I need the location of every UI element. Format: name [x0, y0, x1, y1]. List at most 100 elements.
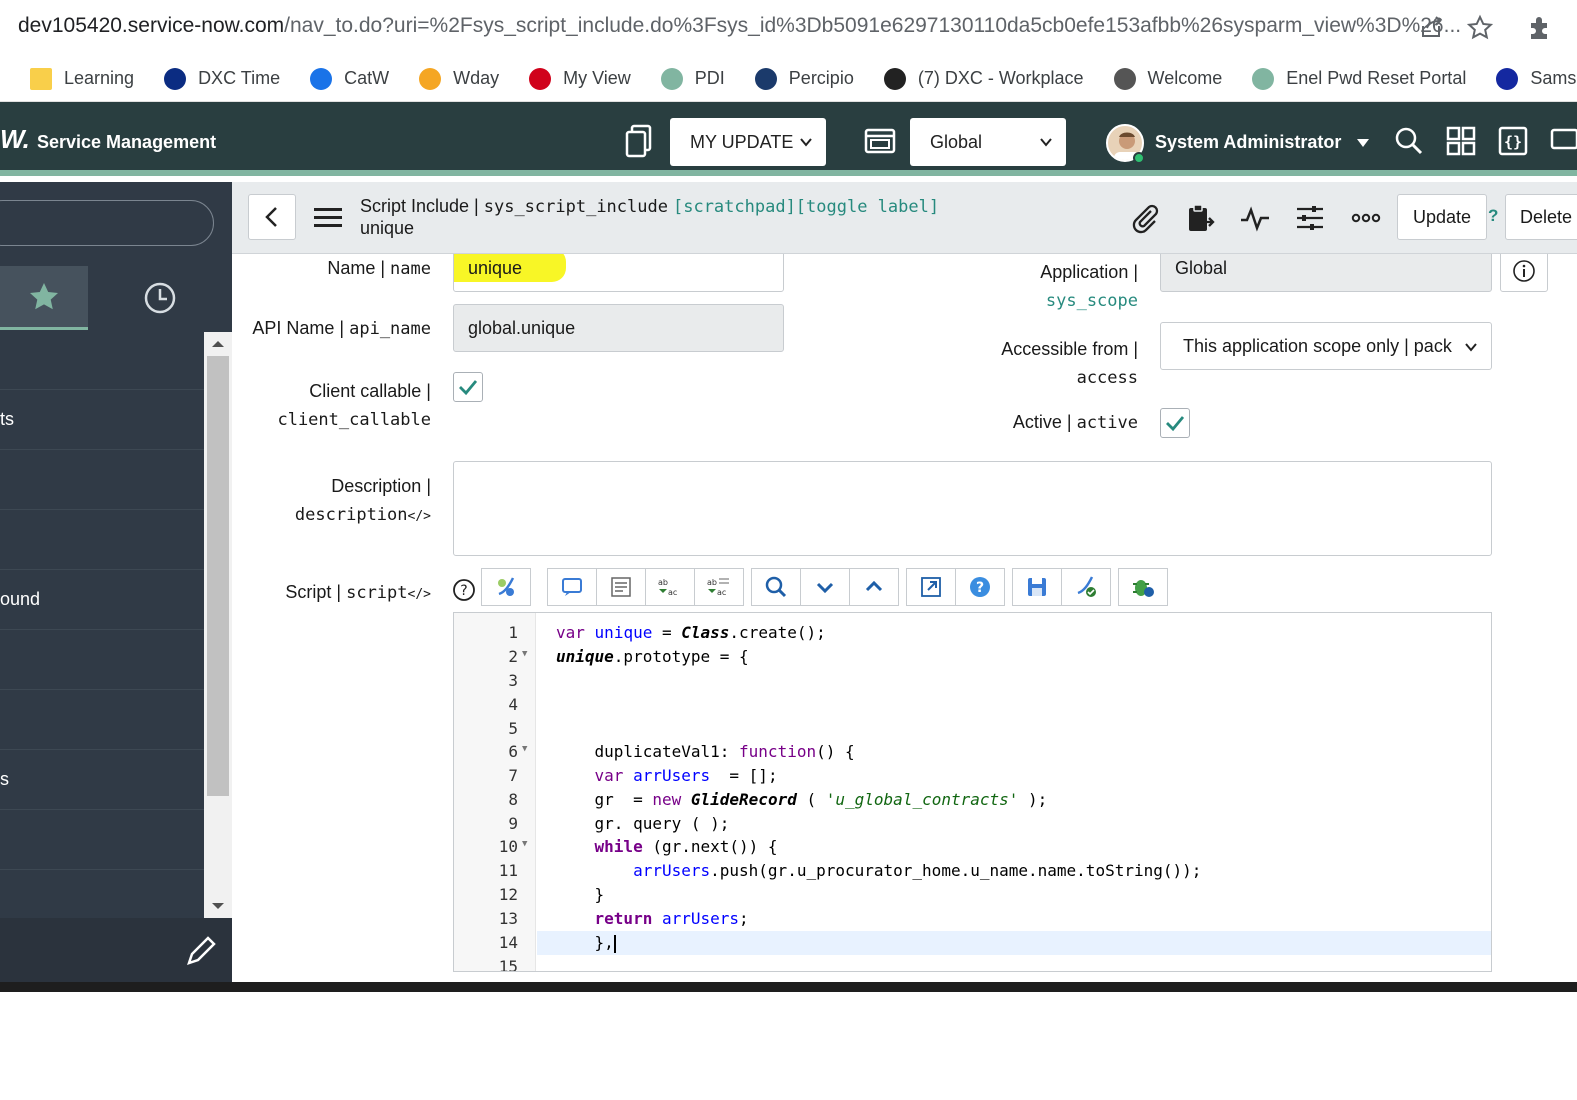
delete-button[interactable]: Delete [1505, 194, 1577, 240]
user-menu[interactable]: System Administrator [1155, 132, 1370, 153]
navigator-item[interactable] [0, 450, 204, 510]
bookmark-item[interactable]: Enel Pwd Reset Portal [1252, 67, 1466, 90]
bookmark-item[interactable]: CatW [310, 67, 389, 90]
percipio-icon [754, 67, 777, 90]
comment-icon [562, 578, 582, 596]
tab-history[interactable] [88, 266, 232, 330]
app-header: W. Service Management MY UPDATE Global S… [0, 102, 1577, 176]
servicenow-logo[interactable]: W. [0, 124, 30, 155]
script-debugger-icon[interactable]: {} [1498, 126, 1528, 160]
more-options-icon[interactable] [1348, 200, 1384, 236]
navigator-item[interactable] [0, 510, 204, 570]
bookmark-item[interactable]: Wday [419, 67, 500, 90]
navigator-filter-input[interactable] [0, 200, 214, 246]
bookmark-label: Wday [453, 68, 500, 88]
activity-pulse-icon[interactable] [1237, 200, 1273, 236]
extensions-icon[interactable] [1526, 14, 1554, 47]
debug-check-icon [1077, 576, 1096, 597]
star-bookmark-icon[interactable] [1466, 14, 1494, 47]
navigator-item[interactable] [0, 810, 204, 870]
navigator-item[interactable]: s [0, 750, 204, 810]
client-callable-checkbox[interactable] [453, 372, 483, 402]
connect-grid-icon[interactable] [1446, 126, 1476, 160]
replace-button[interactable]: ab ac [645, 568, 695, 606]
scope-select[interactable]: Global [910, 118, 1066, 166]
browser-url-bar[interactable]: dev105420.service-now.com/nav_to.do?uri=… [0, 0, 1577, 56]
bookmark-item[interactable]: Learning [30, 67, 134, 90]
script-label: Script | script</> [285, 582, 431, 603]
settings-sliders-icon[interactable] [1292, 200, 1328, 236]
chat-icon[interactable] [1548, 126, 1577, 160]
navigator-scrollbar[interactable] [204, 332, 232, 918]
line-number: 6 ▼ [508, 742, 528, 761]
application-info-button[interactable] [1500, 254, 1548, 292]
find-next-button[interactable] [800, 568, 850, 606]
globe-icon [1113, 67, 1136, 90]
name-label: Name | name [327, 258, 431, 279]
format-code-button[interactable] [596, 568, 646, 606]
navigator-item[interactable] [0, 630, 204, 690]
back-button[interactable] [248, 194, 296, 240]
help-question-icon[interactable]: ? [1488, 206, 1498, 226]
samsung-icon [1496, 67, 1519, 90]
bookmark-item[interactable]: Percipio [754, 67, 854, 90]
app-title[interactable]: Service Management [37, 132, 216, 153]
navigator-item[interactable]: ound [0, 570, 204, 630]
form-subtitle: unique [360, 218, 415, 238]
fold-arrow-icon[interactable]: ▼ [522, 744, 527, 754]
bookmark-item[interactable]: Samsung Sma [1496, 67, 1577, 90]
fullscreen-button[interactable] [906, 568, 956, 606]
active-checkbox[interactable] [1160, 408, 1190, 438]
share-icon[interactable] [1418, 14, 1446, 47]
description-textarea[interactable] [453, 461, 1492, 556]
bookmark-item[interactable]: DXC Time [164, 67, 280, 90]
line-number: 14 [498, 933, 518, 952]
script-code-editor[interactable]: var unique = Class.create(); unique.prot… [453, 612, 1492, 972]
update-set-icon[interactable] [624, 124, 654, 158]
scroll-down-icon[interactable] [204, 896, 232, 916]
bookmark-label: Samsung Sma [1530, 68, 1577, 88]
script-debug-button[interactable] [1061, 568, 1111, 606]
scroll-up-icon[interactable] [204, 334, 232, 354]
scope-value: Global [930, 131, 983, 152]
application-value: Global [1175, 257, 1228, 278]
accessible-from-select[interactable]: This application scope only | pack [1160, 322, 1492, 370]
replace-all-button[interactable]: ab ac [694, 568, 744, 606]
clipboard-export-icon[interactable] [1182, 200, 1218, 236]
description-label: Description | description</> [294, 476, 431, 525]
script-help-button[interactable]: ? [955, 568, 1005, 606]
replace-icon: abac [658, 578, 677, 597]
debugger-button[interactable] [1118, 568, 1168, 606]
scratchpad-toggle-links[interactable]: [scratchpad][toggle label] [673, 197, 939, 217]
bookmark-item[interactable]: Welcome [1113, 67, 1222, 90]
navigator-item[interactable] [0, 330, 204, 390]
bookmark-item[interactable]: My View [529, 67, 631, 90]
tab-favorites[interactable] [0, 266, 88, 330]
edit-pencil-icon[interactable] [184, 934, 218, 968]
fold-arrow-icon[interactable]: ▼ [522, 649, 527, 659]
chevron-left-icon [265, 207, 277, 227]
application-scope-icon[interactable] [864, 128, 896, 162]
navigator-item[interactable]: ts [0, 390, 204, 450]
bookmark-item[interactable]: PDI [660, 67, 725, 90]
name-input[interactable]: unique [453, 254, 784, 292]
bug-gear-icon [1133, 580, 1154, 597]
scrollbar-thumb[interactable] [207, 356, 229, 796]
search-icon[interactable] [1394, 126, 1424, 160]
search-code-button[interactable] [751, 568, 801, 606]
fold-arrow-icon[interactable]: ▼ [522, 839, 527, 849]
script-help-icon[interactable]: ? [452, 578, 476, 607]
toggle-syntax-editor-button[interactable] [481, 568, 531, 606]
comment-button[interactable] [547, 568, 597, 606]
bookmark-item[interactable]: (7) DXC - Workplace [883, 67, 1084, 90]
url-text[interactable]: dev105420.service-now.com/nav_to.do?uri=… [18, 14, 1461, 38]
form-context-menu-button[interactable] [312, 204, 344, 232]
navigator-item[interactable] [0, 690, 204, 750]
syntax-toggle-icon [498, 577, 515, 596]
find-previous-button[interactable] [849, 568, 899, 606]
attachment-icon[interactable] [1127, 200, 1163, 236]
update-set-select[interactable]: MY UPDATE [670, 118, 826, 166]
save-button[interactable] [1012, 568, 1062, 606]
update-button[interactable]: Update [1397, 194, 1487, 240]
line-number: 12 [498, 885, 518, 904]
